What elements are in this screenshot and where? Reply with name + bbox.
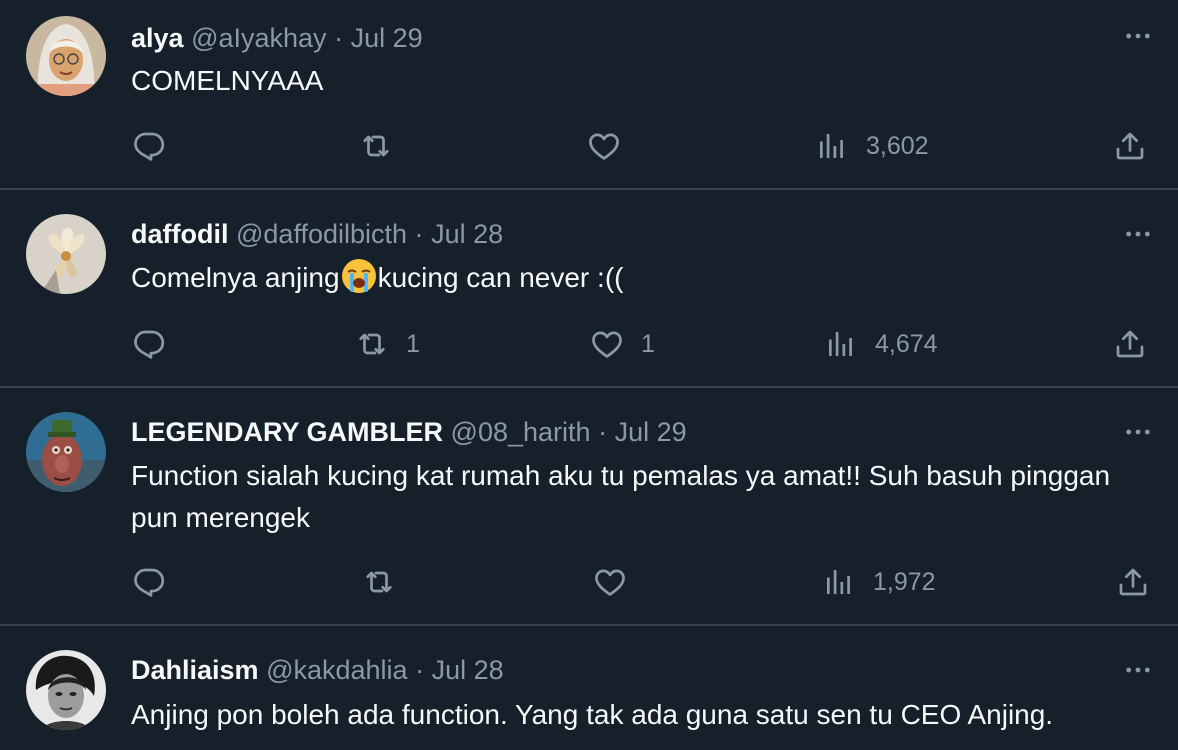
- views-button[interactable]: 3,602: [814, 126, 929, 166]
- display-name[interactable]: Dahliaism: [131, 655, 259, 685]
- more-options-icon[interactable]: [1122, 416, 1154, 448]
- tweet[interactable]: LEGENDARY GAMBLER @08_harith · Jul 29 Fu…: [0, 388, 1178, 626]
- views-icon: [814, 128, 850, 164]
- avatar-bw-portrait-icon: [26, 650, 106, 730]
- tweet-header: daffodil @daffodilbicth · Jul 28: [131, 217, 503, 251]
- reply-button[interactable]: [131, 562, 167, 602]
- tweet[interactable]: alya @aIyakhay · Jul 29 COMELNYAAA 3,602: [0, 0, 1178, 190]
- separator-dot: ·: [598, 417, 608, 447]
- tweet-actions: 1 1 4,674: [131, 324, 1151, 364]
- tweet-date[interactable]: Jul 28: [432, 655, 504, 685]
- avatar[interactable]: [26, 412, 106, 492]
- tweet-header: Dahliaism @kakdahlia · Jul 28: [131, 653, 504, 687]
- retweet-icon: [354, 326, 390, 362]
- share-button[interactable]: [1112, 126, 1148, 166]
- like-button[interactable]: 1: [589, 324, 655, 364]
- share-icon: [1112, 128, 1148, 164]
- more-options-icon[interactable]: [1122, 20, 1154, 52]
- share-icon: [1112, 326, 1148, 362]
- separator-dot: ·: [415, 655, 425, 685]
- tweet-header: alya @aIyakhay · Jul 29: [131, 21, 423, 55]
- views-button[interactable]: 1,972: [821, 562, 936, 602]
- tweet-text-part: kucing can never :((: [377, 262, 624, 293]
- avatar[interactable]: [26, 650, 106, 730]
- like-button[interactable]: [586, 126, 622, 166]
- reply-icon: [131, 326, 167, 362]
- user-handle[interactable]: @aIyakhay: [191, 23, 326, 53]
- share-button[interactable]: [1112, 324, 1148, 364]
- avatar[interactable]: [26, 214, 106, 294]
- views-count: 4,674: [875, 329, 938, 358]
- user-handle[interactable]: @kakdahlia: [266, 655, 408, 685]
- tweet-text: Function sialah kucing kat rumah aku tu …: [131, 460, 1111, 533]
- views-count: 3,602: [866, 131, 929, 160]
- loudly-crying-face-emoji-icon: [340, 257, 378, 295]
- views-icon: [823, 326, 859, 362]
- avatar-flower-photo-icon: [26, 214, 106, 294]
- display-name[interactable]: alya: [131, 23, 184, 53]
- retweet-icon: [358, 128, 394, 164]
- tweet-header: LEGENDARY GAMBLER @08_harith · Jul 29: [131, 415, 687, 449]
- reply-button[interactable]: [131, 324, 167, 364]
- share-icon: [1115, 564, 1151, 600]
- like-button[interactable]: [592, 562, 628, 602]
- separator-dot: ·: [414, 219, 424, 249]
- avatar-cartoon-character-icon: [26, 412, 106, 492]
- tweet[interactable]: Dahliaism @kakdahlia · Jul 28 Anjing pon…: [0, 626, 1178, 750]
- heart-icon: [592, 564, 628, 600]
- heart-icon: [589, 326, 625, 362]
- tweet-actions: 1,972: [131, 562, 1151, 602]
- more-options-icon[interactable]: [1122, 218, 1154, 250]
- tweet-text: COMELNYAAA: [131, 65, 324, 96]
- tweet-text: Comelnya anjing kucing can never :((: [131, 257, 1141, 299]
- separator-dot: ·: [334, 23, 344, 53]
- retweet-button[interactable]: [358, 126, 394, 166]
- more-options-icon[interactable]: [1122, 654, 1154, 686]
- tweet-text-part: Comelnya anjing: [131, 262, 340, 293]
- views-count: 1,972: [873, 567, 936, 596]
- views-icon: [821, 564, 857, 600]
- share-button[interactable]: [1115, 562, 1151, 602]
- display-name[interactable]: LEGENDARY GAMBLER: [131, 417, 443, 447]
- retweet-button[interactable]: [361, 562, 397, 602]
- user-handle[interactable]: @08_harith: [451, 417, 591, 447]
- retweet-button[interactable]: 1: [354, 324, 420, 364]
- reply-icon: [131, 564, 167, 600]
- reply-button[interactable]: [131, 126, 167, 166]
- tweet[interactable]: daffodil @daffodilbicth · Jul 28 Comelny…: [0, 190, 1178, 388]
- display-name[interactable]: daffodil: [131, 219, 228, 249]
- heart-icon: [586, 128, 622, 164]
- reply-icon: [131, 128, 167, 164]
- avatar-hijab-photo-icon: [26, 16, 106, 96]
- retweet-icon: [361, 564, 397, 600]
- avatar[interactable]: [26, 16, 106, 96]
- user-handle[interactable]: @daffodilbicth: [236, 219, 407, 249]
- tweet-text: Anjing pon boleh ada function. Yang tak …: [131, 699, 1054, 730]
- tweet-date[interactable]: Jul 28: [431, 219, 503, 249]
- tweet-date[interactable]: Jul 29: [351, 23, 423, 53]
- retweet-count: 1: [406, 329, 420, 358]
- views-button[interactable]: 4,674: [823, 324, 938, 364]
- tweet-date[interactable]: Jul 29: [615, 417, 687, 447]
- tweet-actions: 3,602: [131, 126, 1151, 166]
- like-count: 1: [641, 329, 655, 358]
